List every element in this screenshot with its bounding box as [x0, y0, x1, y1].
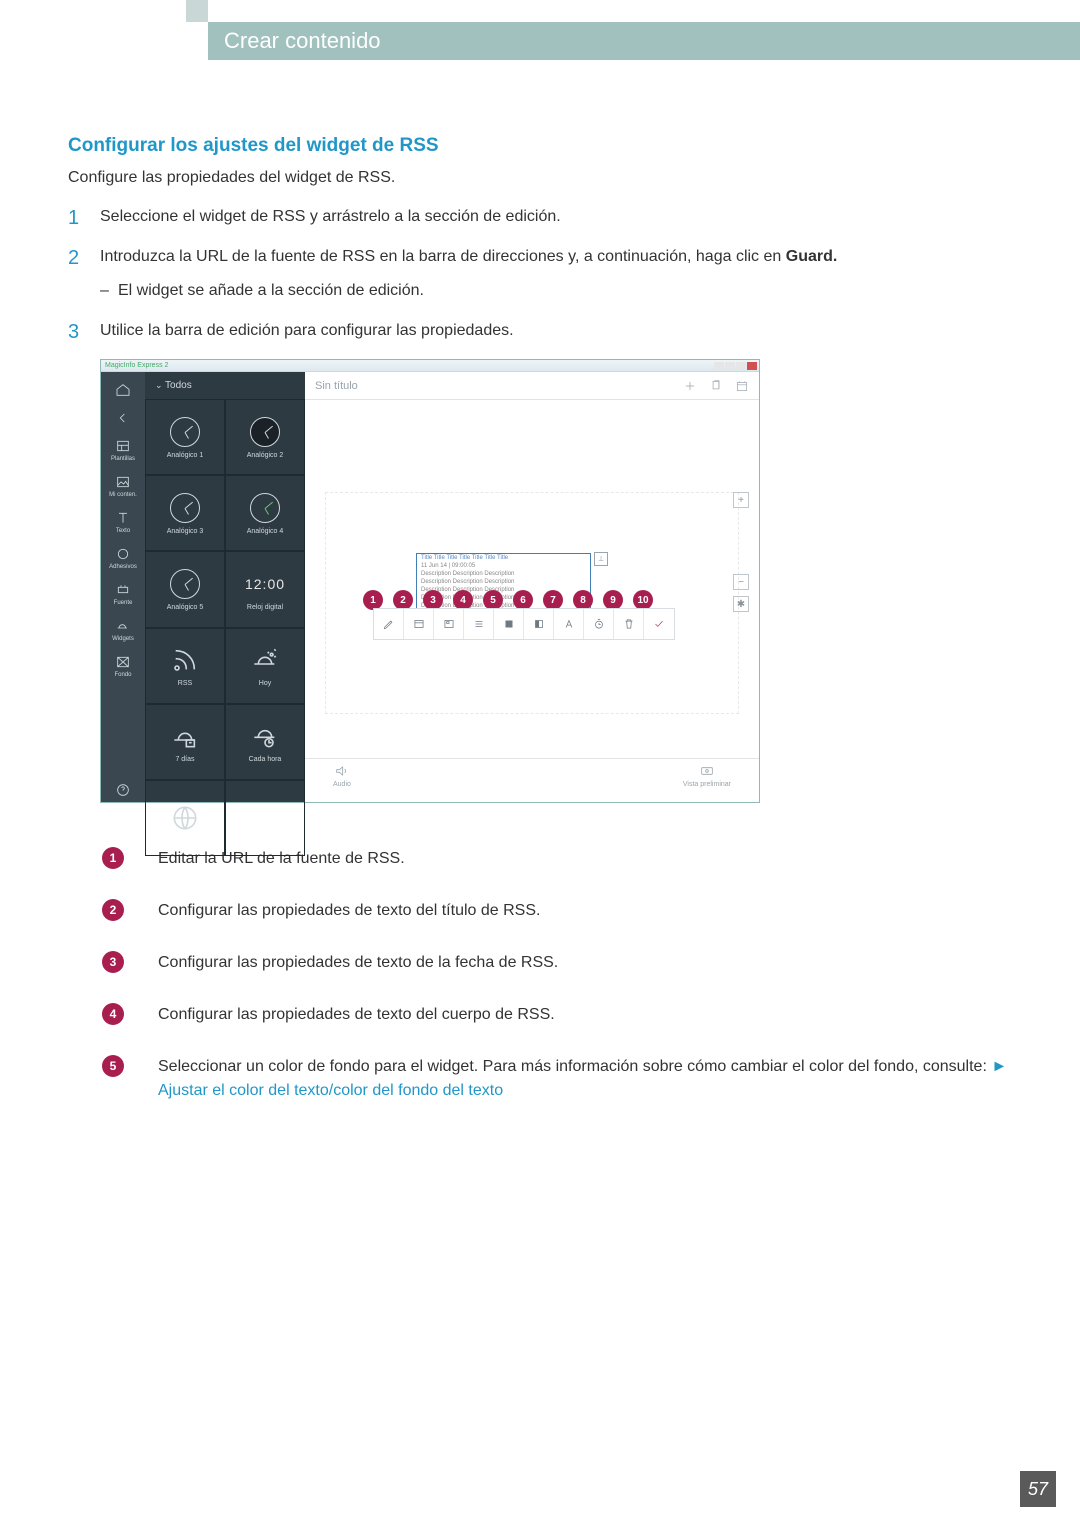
- rail-help[interactable]: [105, 778, 141, 802]
- copy-icon[interactable]: [709, 379, 723, 393]
- rail-home[interactable]: [105, 378, 141, 402]
- tool-date-text[interactable]: [434, 609, 464, 639]
- rail-texto[interactable]: Texto: [105, 506, 141, 538]
- widget-analogico-4[interactable]: Analógico 4: [225, 475, 305, 551]
- preview-button[interactable]: Vista preliminar: [683, 763, 731, 788]
- widget-web[interactable]: [145, 780, 225, 856]
- rail-fondo[interactable]: Fondo: [105, 650, 141, 682]
- window-title: MagicInfo Express 2: [105, 362, 168, 369]
- rail-adhesivos[interactable]: Adhesivos: [105, 542, 141, 574]
- editor-canvas: Sin título ⟂ Title Title Title Title Tit…: [305, 372, 759, 802]
- step-2: Introduzca la URL de la fuente de RSS en…: [68, 245, 1028, 303]
- tool-body-text[interactable]: [464, 609, 494, 639]
- widget-rss[interactable]: RSS: [145, 628, 225, 704]
- tool-confirm[interactable]: [644, 609, 674, 639]
- callout-markers: 1 2 3 4 5 6 7 8 9 10: [363, 590, 663, 610]
- widgets-panel: Todos Analógico 1 Analógico 2 Analógico …: [145, 372, 305, 802]
- tool-edit-url[interactable]: [374, 609, 404, 639]
- widget-reloj-digital[interactable]: 12:00Reloj digital: [225, 551, 305, 627]
- audio-button[interactable]: Audio: [333, 763, 351, 788]
- tool-opacity[interactable]: [524, 609, 554, 639]
- section-intro: Configure las propiedades del widget de …: [68, 169, 1028, 187]
- page-number: 57: [1020, 1471, 1056, 1507]
- window-titlebar: MagicInfo Express 2: [101, 360, 759, 372]
- legend-row-3: 3 Configurar las propiedades de texto de…: [68, 937, 1028, 989]
- widget-analogico-2[interactable]: Analógico 2: [225, 399, 305, 475]
- step-3: Utilice la barra de edición para configu…: [68, 319, 1028, 343]
- legend-link[interactable]: Ajustar el color del texto/color del fon…: [158, 1082, 503, 1099]
- widget-analogico-1[interactable]: Analógico 1: [145, 399, 225, 475]
- zoom-plus-icon[interactable]: +: [733, 492, 749, 508]
- step-2-sub: El widget se añade a la sección de edici…: [100, 279, 1028, 303]
- widget-7dias[interactable]: 7 días: [145, 704, 225, 780]
- widget-analogico-3[interactable]: Analógico 3: [145, 475, 225, 551]
- legend-row-5: 5 Seleccionar un color de fondo para el …: [68, 1041, 1028, 1117]
- steps-list: Seleccione el widget de RSS y arrástrelo…: [68, 205, 1028, 343]
- widget-empty: [225, 780, 305, 856]
- rail-back[interactable]: [105, 406, 141, 430]
- panel-filter[interactable]: Todos: [145, 372, 305, 399]
- chapter-header: Crear contenido: [208, 22, 1080, 60]
- header-tab-mark: [186, 0, 208, 22]
- legend-row-4: 4 Configurar las propiedades de texto de…: [68, 989, 1028, 1041]
- calendar-icon[interactable]: [735, 379, 749, 393]
- rail-micontent[interactable]: Mi conten.: [105, 470, 141, 502]
- chapter-title: Crear contenido: [224, 28, 381, 54]
- callout-legend: 1 Editar la URL de la fuente de RSS. 2 C…: [68, 833, 1028, 1117]
- widget-analogico-5[interactable]: Analógico 5: [145, 551, 225, 627]
- tool-delete[interactable]: [614, 609, 644, 639]
- tool-font[interactable]: [554, 609, 584, 639]
- zoom-controls: + − ✱: [733, 492, 749, 612]
- canvas-title[interactable]: Sin título: [315, 380, 358, 392]
- rss-badge-icon: ⟂: [594, 552, 608, 566]
- rail-widgets[interactable]: Widgets: [105, 614, 141, 646]
- window-buttons: [714, 362, 757, 370]
- tool-duration[interactable]: [584, 609, 614, 639]
- rail-fuente[interactable]: Fuente: [105, 578, 141, 610]
- tool-title-text[interactable]: [404, 609, 434, 639]
- widget-cadahora[interactable]: Cada hora: [225, 704, 305, 780]
- svg-text:A: A: [507, 622, 511, 628]
- add-icon[interactable]: [683, 379, 697, 393]
- app-screenshot: MagicInfo Express 2 Plantillas Mi conten…: [100, 359, 760, 803]
- edit-toolbar: A: [373, 608, 675, 640]
- rail-plantillas[interactable]: Plantillas: [105, 434, 141, 466]
- legend-row-2: 2 Configurar las propiedades de texto de…: [68, 885, 1028, 937]
- zoom-fit-icon[interactable]: ✱: [733, 596, 749, 612]
- section-title: Configurar los ajustes del widget de RSS: [68, 135, 1028, 157]
- step-1: Seleccione el widget de RSS y arrástrelo…: [68, 205, 1028, 229]
- zoom-minus-icon[interactable]: −: [733, 574, 749, 590]
- tool-bgcolor[interactable]: A: [494, 609, 524, 639]
- widget-hoy[interactable]: Hoy: [225, 628, 305, 704]
- left-rail: Plantillas Mi conten. Texto Adhesivos Fu…: [101, 372, 145, 802]
